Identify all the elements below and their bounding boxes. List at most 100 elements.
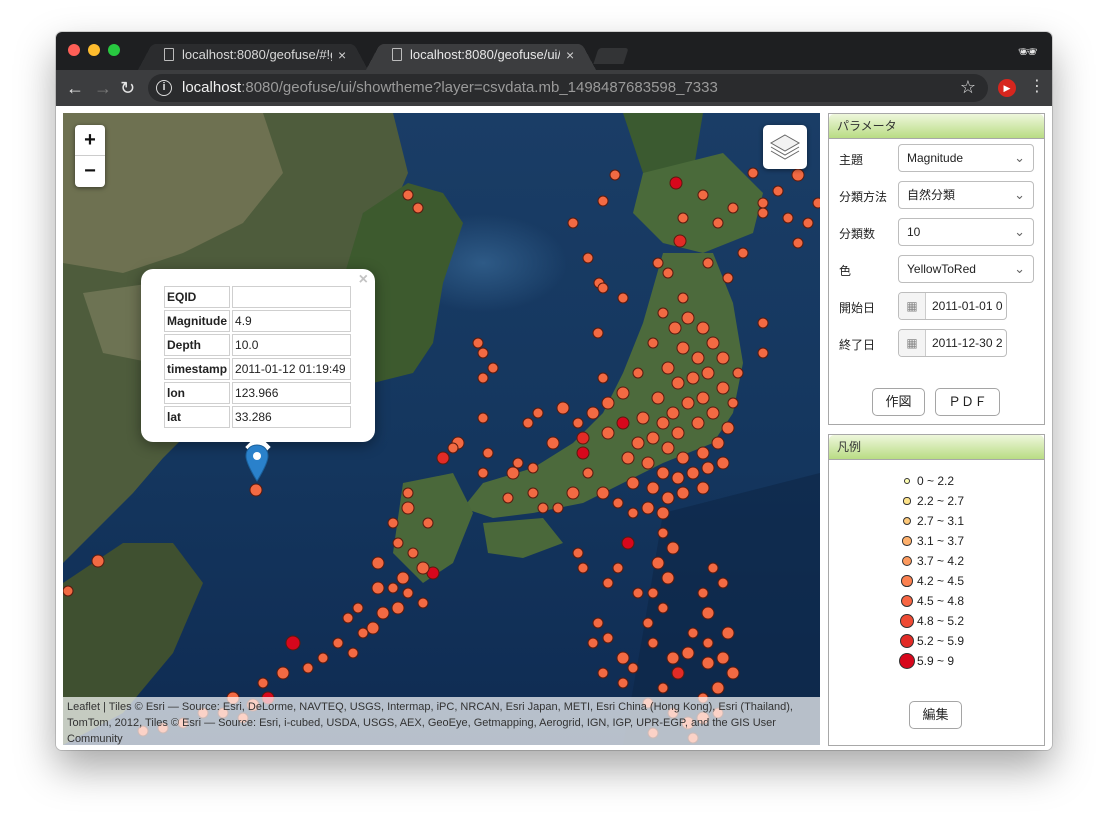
bookmark-star-icon[interactable]: ☆ — [960, 77, 976, 98]
legend-label: 4.5 ~ 4.8 — [917, 594, 965, 608]
class-count-select[interactable]: 10 ⌄ — [898, 218, 1034, 246]
table-row: lon 123.966 — [164, 382, 352, 404]
attr-key: EQID — [164, 286, 231, 308]
incognito-icon: 🕶 — [1017, 44, 1038, 61]
end-date-field[interactable]: ▦ 2011-12-30 2 — [898, 329, 1007, 357]
tab-strip: localhost:8080/geofuse/#!geo × localhost… — [56, 32, 1052, 70]
theme-select-value: Magnitude — [907, 151, 964, 165]
legend-swatch-icon — [904, 478, 910, 484]
attr-key: Depth — [164, 334, 231, 356]
legend-swatch-icon — [902, 536, 912, 546]
site-info-icon[interactable]: i — [156, 80, 172, 96]
end-date-value: 2011-12-30 2 — [932, 336, 1003, 350]
new-tab-button[interactable] — [593, 48, 629, 64]
attr-key: lat — [164, 406, 231, 428]
theme-select[interactable]: Magnitude ⌄ — [898, 144, 1034, 172]
table-row: timestamp 2011-01-12 01:19:49 — [164, 358, 352, 380]
table-row: Depth 10.0 — [164, 334, 352, 356]
legend-swatch-icon — [901, 575, 913, 587]
legend-label: 3.1 ~ 3.7 — [917, 534, 965, 548]
legend-label: 2.2 ~ 2.7 — [917, 494, 965, 508]
table-row: EQID — [164, 286, 352, 308]
color-label: 色 — [839, 264, 852, 278]
back-icon[interactable]: ← — [66, 77, 84, 99]
tab-title: localhost:8080/geofuse/ui/sho — [410, 47, 560, 62]
window-close-button[interactable] — [68, 44, 80, 56]
legend-label: 5.9 ~ 9 — [917, 654, 955, 668]
window-zoom-button[interactable] — [108, 44, 120, 56]
attr-value — [232, 286, 352, 308]
zoom-out-button[interactable]: − — [75, 156, 105, 187]
tab-geofuse-home[interactable]: localhost:8080/geofuse/#!geo × — [138, 40, 368, 70]
popup-close-icon[interactable]: × — [359, 271, 368, 289]
legend-label: 4.8 ~ 5.2 — [917, 614, 965, 628]
zoom-in-button[interactable]: + — [75, 125, 105, 156]
chevron-down-icon: ⌄ — [1014, 224, 1025, 239]
legend-label: 2.7 ~ 3.1 — [917, 514, 965, 528]
zoom-control: + − — [75, 125, 105, 187]
attr-key: lon — [164, 382, 231, 404]
color-scheme-value: YellowToRed — [907, 262, 976, 276]
address-bar[interactable]: i localhost:8080/geofuse/ui/showtheme?la… — [148, 74, 988, 102]
attr-key: timestamp — [164, 358, 231, 380]
tab-title: localhost:8080/geofuse/#!geo — [182, 47, 332, 62]
theme-label: 主題 — [839, 153, 864, 167]
color-scheme-select[interactable]: YellowToRed ⌄ — [898, 255, 1034, 283]
attr-value: 10.0 — [232, 334, 352, 356]
parameter-panel: パラメータ 主題 Magnitude ⌄ 分類方法 自然分類 ⌄ 分類数 10 … — [828, 113, 1045, 425]
method-label: 分類方法 — [839, 190, 888, 204]
table-row: Magnitude 4.9 — [164, 310, 352, 332]
table-row: lat 33.286 — [164, 406, 352, 428]
end-date-label: 終了日 — [839, 338, 876, 352]
map-view[interactable]: + − × EQID Magnitude 4.9 Depth 10.0 timest… — [63, 113, 820, 745]
legend-swatch-icon — [901, 555, 913, 567]
start-date-value: 2011-01-01 0 — [932, 299, 1003, 313]
map-marker-icon[interactable] — [245, 444, 269, 482]
attr-value: 123.966 — [232, 382, 352, 404]
legend-swatch-icon — [902, 516, 912, 526]
browser-menu-icon[interactable]: ⋮ — [1029, 77, 1045, 97]
reload-icon[interactable]: ↻ — [120, 77, 135, 99]
legend-swatch-icon — [900, 594, 914, 608]
forward-icon[interactable]: → — [94, 77, 112, 99]
window-minimize-button[interactable] — [88, 44, 100, 56]
layers-control-button[interactable] — [763, 125, 807, 169]
browser-toolbar: ← → ↻ i localhost:8080/geofuse/ui/showth… — [56, 70, 1052, 106]
tab-showtheme[interactable]: localhost:8080/geofuse/ui/sho × — [366, 40, 596, 70]
calendar-icon[interactable]: ▦ — [899, 330, 926, 356]
popup-attribute-table: EQID Magnitude 4.9 Depth 10.0 timestamp 201… — [162, 284, 353, 430]
legend-panel: 凡例 0 ~ 2.2 2.2 ~ 2.7 2.7 ~ 3.1 3.1 ~ 3.7 3.7… — [828, 434, 1045, 746]
edit-legend-button[interactable]: 編集 — [909, 701, 962, 729]
page-icon — [392, 48, 402, 61]
draw-button[interactable]: 作図 — [872, 388, 925, 416]
start-date-label: 開始日 — [839, 301, 876, 315]
start-date-field[interactable]: ▦ 2011-01-01 0 — [898, 292, 1007, 320]
url-text[interactable]: localhost:8080/geofuse/ui/showtheme?laye… — [182, 79, 718, 96]
page-content: + − × EQID Magnitude 4.9 Depth 10.0 timest… — [56, 106, 1052, 750]
layers-icon — [769, 134, 801, 160]
legend-swatch-icon — [899, 633, 915, 649]
browser-window: localhost:8080/geofuse/#!geo × localhost… — [56, 32, 1052, 750]
legend-panel-header: 凡例 — [829, 435, 1044, 460]
chevron-down-icon: ⌄ — [1014, 187, 1025, 202]
classification-method-select[interactable]: 自然分類 ⌄ — [898, 181, 1034, 209]
calendar-icon[interactable]: ▦ — [899, 293, 926, 319]
legend-swatch-icon — [899, 653, 915, 669]
tab-close-icon[interactable]: × — [338, 40, 346, 70]
feature-popup: × EQID Magnitude 4.9 Depth 10.0 timestamp 2… — [141, 269, 375, 460]
legend-swatch-icon — [900, 614, 914, 628]
attr-value: 33.286 — [232, 406, 352, 428]
pdf-button[interactable]: ＰＤＦ — [935, 388, 1000, 416]
attr-value: 4.9 — [232, 310, 352, 332]
extension-icon[interactable]: ▶ — [998, 79, 1016, 97]
tab-close-icon[interactable]: × — [566, 40, 574, 70]
legend-label: 3.7 ~ 4.2 — [917, 554, 965, 568]
class-count-value: 10 — [907, 225, 921, 239]
parameter-panel-header: パラメータ — [829, 114, 1044, 139]
url-path: :8080/geofuse/ui/showtheme?layer=csvdata… — [241, 79, 718, 96]
map-attribution: Leaflet | Tiles © Esri — Source: Esri, D… — [63, 697, 820, 745]
legend-label: 0 ~ 2.2 — [917, 474, 955, 488]
chevron-down-icon: ⌄ — [1014, 261, 1025, 276]
method-select-value: 自然分類 — [907, 188, 956, 202]
url-host: localhost — [182, 79, 242, 96]
